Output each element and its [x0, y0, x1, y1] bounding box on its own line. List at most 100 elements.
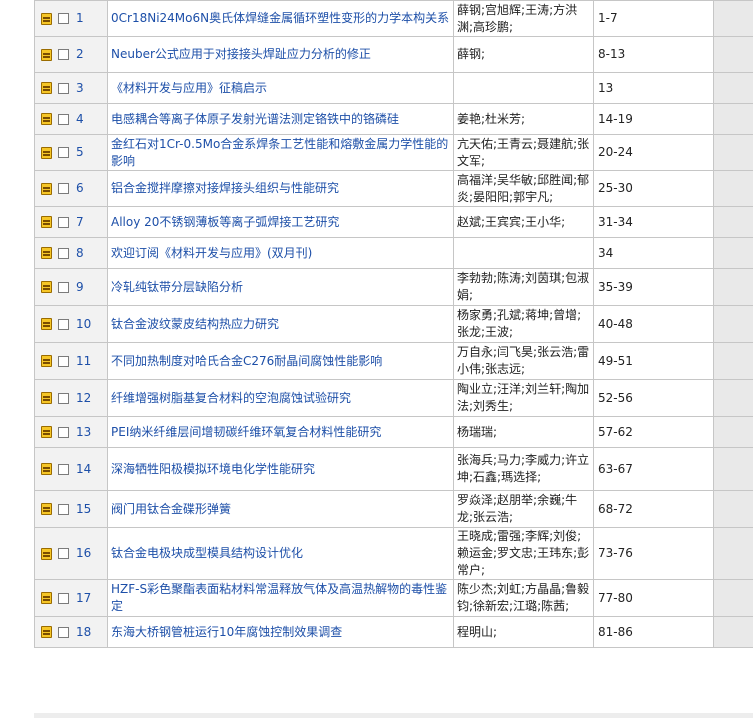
- article-number: 10: [76, 316, 92, 331]
- article-title-link[interactable]: Neuber公式应用于对接接头焊趾应力分析的修正: [107, 36, 454, 73]
- select-checkbox[interactable]: [58, 183, 69, 194]
- article-authors: 杨瑞瑞;: [453, 416, 594, 448]
- row-trailing-cell: [713, 447, 753, 491]
- row-controls: 4: [34, 103, 108, 135]
- row-controls: 1: [34, 0, 108, 37]
- row-controls: 14: [34, 447, 108, 491]
- article-title-link[interactable]: 0Cr18Ni24Mo6N奥氏体焊缝金属循环塑性变形的力学本构关系: [107, 0, 454, 37]
- article-pages: 52-56: [593, 379, 714, 417]
- pdf-download-icon[interactable]: [41, 503, 52, 515]
- article-number: 18: [76, 624, 92, 639]
- row-trailing-cell: [713, 36, 753, 73]
- row-controls: 9: [34, 268, 108, 306]
- row-trailing-cell: [713, 616, 753, 648]
- article-pages: 63-67: [593, 447, 714, 491]
- pdf-download-icon[interactable]: [41, 547, 52, 560]
- select-checkbox[interactable]: [58, 592, 69, 604]
- select-checkbox[interactable]: [58, 13, 69, 24]
- article-title-link[interactable]: 深海牺牲阳极模拟环境电化学性能研究: [107, 447, 454, 491]
- select-checkbox[interactable]: [58, 247, 69, 259]
- row-controls: 16: [34, 527, 108, 580]
- select-checkbox[interactable]: [58, 426, 69, 438]
- pdf-download-icon[interactable]: [41, 12, 52, 25]
- article-pages: 20-24: [593, 134, 714, 171]
- pdf-download-icon[interactable]: [41, 392, 52, 404]
- row-trailing-cell: [713, 416, 753, 448]
- article-title-link[interactable]: 纤维增强树脂基复合材料的空泡腐蚀试验研究: [107, 379, 454, 417]
- pdf-download-icon[interactable]: [41, 182, 52, 195]
- row-controls: 2: [34, 36, 108, 73]
- article-title-link[interactable]: 金红石对1Cr-0.5Mo合金系焊条工艺性能和熔敷金属力学性能的影响: [107, 134, 454, 171]
- article-list-view: 1 0Cr18Ni24Mo6N奥氏体焊缝金属循环塑性变形的力学本构关系 薛钢;宫旭辉…: [0, 0, 753, 718]
- article-title-link[interactable]: 东海大桥钢管桩运行10年腐蚀控制效果调查: [107, 616, 454, 648]
- pdf-download-icon[interactable]: [41, 318, 52, 330]
- select-checkbox[interactable]: [58, 281, 69, 293]
- article-title-link[interactable]: 铝合金搅拌摩擦对接焊接头组织与性能研究: [107, 170, 454, 207]
- pdf-download-icon[interactable]: [41, 48, 52, 61]
- pdf-download-icon[interactable]: [41, 281, 52, 293]
- select-checkbox[interactable]: [58, 216, 69, 228]
- table-row: 5 金红石对1Cr-0.5Mo合金系焊条工艺性能和熔敷金属力学性能的影响 亢天佑;王…: [34, 134, 753, 171]
- article-pages: 49-51: [593, 342, 714, 380]
- article-title-link[interactable]: Alloy 20不锈钢薄板等离子弧焊接工艺研究: [107, 206, 454, 238]
- select-checkbox[interactable]: [58, 548, 69, 559]
- pdf-download-icon[interactable]: [41, 626, 52, 638]
- table-row: 14 深海牺牲阳极模拟环境电化学性能研究 张海兵;马力;李威力;许立坤;石鑫;瑪选择…: [34, 447, 753, 491]
- pdf-download-icon[interactable]: [41, 82, 52, 94]
- pdf-download-icon[interactable]: [41, 216, 52, 228]
- article-title-link[interactable]: 欢迎订阅《材料开发与应用》(双月刊): [107, 237, 454, 269]
- select-checkbox[interactable]: [58, 463, 69, 475]
- article-authors: 姜艳;杜米芳;: [453, 103, 594, 135]
- select-checkbox[interactable]: [58, 626, 69, 638]
- article-title-link[interactable]: PEI纳米纤维层间增韧碳纤维环氧复合材料性能研究: [107, 416, 454, 448]
- select-checkbox[interactable]: [58, 503, 69, 515]
- row-controls: 15: [34, 490, 108, 528]
- row-trailing-cell: [713, 527, 753, 580]
- pdf-download-icon[interactable]: [41, 146, 52, 159]
- select-checkbox[interactable]: [58, 82, 69, 94]
- article-authors: 陶业立;汪洋;刘兰轩;陶加法;刘秀生;: [453, 379, 594, 417]
- article-title-link[interactable]: 钛合金电极块成型模具结构设计优化: [107, 527, 454, 580]
- article-pages: 40-48: [593, 305, 714, 343]
- article-pages: 34: [593, 237, 714, 269]
- article-authors: 王晓成;雷强;李辉;刘俊;赖运金;罗文忠;王玮东;彭常户;: [453, 527, 594, 580]
- article-authors: 罗焱泽;赵朋举;余巍;牛龙;张云浩;: [453, 490, 594, 528]
- article-authors: 赵斌;王宾宾;王小华;: [453, 206, 594, 238]
- article-title-link[interactable]: 阀门用钛合金碟形弹簧: [107, 490, 454, 528]
- row-trailing-cell: [713, 237, 753, 269]
- pdf-download-icon[interactable]: [41, 247, 52, 259]
- article-title-link[interactable]: 冷轧纯钛带分层缺陷分析: [107, 268, 454, 306]
- pdf-download-icon[interactable]: [41, 463, 52, 475]
- select-checkbox[interactable]: [58, 392, 69, 404]
- pdf-download-icon[interactable]: [41, 113, 52, 125]
- pdf-download-icon[interactable]: [41, 426, 52, 438]
- pdf-download-icon[interactable]: [41, 592, 52, 604]
- select-checkbox[interactable]: [58, 355, 69, 367]
- article-pages: 31-34: [593, 206, 714, 238]
- article-title-link[interactable]: 钛合金波纹蒙皮结构热应力研究: [107, 305, 454, 343]
- article-pages: 77-80: [593, 579, 714, 617]
- table-row: 3 《材料开发与应用》征稿启示 13: [34, 72, 753, 104]
- article-pages: 14-19: [593, 103, 714, 135]
- select-checkbox[interactable]: [58, 113, 69, 125]
- select-checkbox[interactable]: [58, 147, 69, 158]
- row-trailing-cell: [713, 72, 753, 104]
- row-controls: 13: [34, 416, 108, 448]
- select-checkbox[interactable]: [58, 318, 69, 330]
- table-row: 4 电感耦合等离子体原子发射光谱法测定铬铁中的铬磷硅 姜艳;杜米芳; 14-19: [34, 103, 753, 135]
- article-title-link[interactable]: HZF-S彩色聚酯表面粘材料常温释放气体及高温热解物的毒性鉴定: [107, 579, 454, 617]
- pdf-download-icon[interactable]: [41, 355, 52, 367]
- article-title-link[interactable]: 不同加热制度对哈氏合金C276耐晶间腐蚀性能影响: [107, 342, 454, 380]
- article-number: 8: [76, 245, 84, 260]
- article-number: 15: [76, 501, 92, 516]
- article-authors: 万自永;闫飞昊;张云浩;雷小伟;张志远;: [453, 342, 594, 380]
- select-checkbox[interactable]: [58, 49, 69, 60]
- row-controls: 6: [34, 170, 108, 207]
- article-title-link[interactable]: 电感耦合等离子体原子发射光谱法测定铬铁中的铬磷硅: [107, 103, 454, 135]
- row-controls: 12: [34, 379, 108, 417]
- article-authors: 程明山;: [453, 616, 594, 648]
- row-trailing-cell: [713, 0, 753, 37]
- article-authors: 薛钢;宫旭辉;王涛;方洪渊;高珍鹏;: [453, 0, 594, 37]
- article-title-link[interactable]: 《材料开发与应用》征稿启示: [107, 72, 454, 104]
- article-number: 5: [76, 145, 84, 159]
